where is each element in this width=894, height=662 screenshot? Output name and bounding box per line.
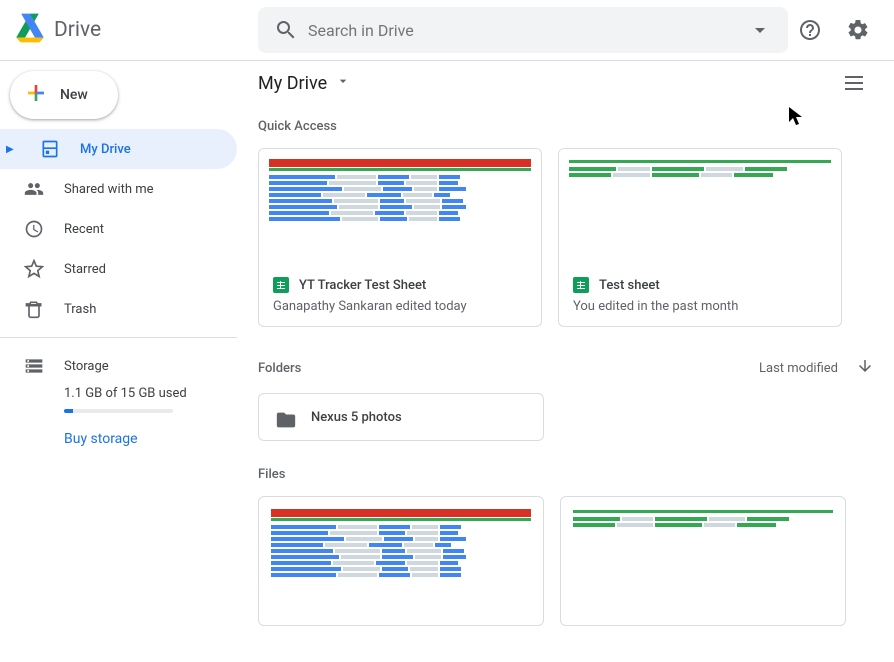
expand-icon[interactable]: ▶ <box>6 144 16 155</box>
star-icon <box>24 259 44 279</box>
sidebar: New ▶ My Drive Shared with me Recent <box>0 61 238 662</box>
my-drive-icon <box>40 139 60 159</box>
section-files: Files <box>258 467 874 482</box>
file-card[interactable] <box>560 496 846 626</box>
buy-storage-link[interactable]: Buy storage <box>0 431 237 447</box>
dropdown-caret-icon <box>335 73 351 94</box>
main-pane: My Drive Quick Access <box>238 61 894 662</box>
app-shell: New ▶ My Drive Shared with me Recent <box>0 61 894 662</box>
brand[interactable]: Drive <box>14 12 258 48</box>
breadcrumb-label: My Drive <box>258 73 327 94</box>
file-subtitle: You edited in the past month <box>573 299 827 314</box>
new-button[interactable]: New <box>10 71 118 119</box>
quick-access-card[interactable]: YT Tracker Test Sheet Ganapathy Sankaran… <box>258 148 542 327</box>
divider <box>0 337 237 338</box>
nav-item-my-drive[interactable]: ▶ My Drive <box>0 129 237 169</box>
nav-label: Recent <box>64 222 104 237</box>
section-folders: Folders <box>258 361 301 376</box>
folder-icon <box>275 409 295 425</box>
breadcrumb[interactable]: My Drive <box>258 73 351 94</box>
folder-item[interactable]: Nexus 5 photos <box>258 393 544 441</box>
help-icon[interactable] <box>790 10 830 50</box>
sheets-icon <box>573 277 589 293</box>
search-input[interactable] <box>306 20 740 41</box>
file-card[interactable] <box>258 496 544 626</box>
quick-access-row: YT Tracker Test Sheet Ganapathy Sankaran… <box>258 148 874 327</box>
header-actions <box>790 10 878 50</box>
folders-row: Nexus 5 photos <box>258 393 874 441</box>
search-icon[interactable] <box>266 10 306 50</box>
shared-icon <box>24 179 44 199</box>
storage-usage-text: 1.1 GB of 15 GB used <box>0 386 237 401</box>
recent-icon <box>24 219 44 239</box>
file-thumbnail <box>559 149 841 267</box>
list-view-icon[interactable] <box>834 63 874 103</box>
nav-label: My Drive <box>80 142 131 157</box>
toolbar: My Drive <box>238 61 894 105</box>
sheets-icon <box>273 277 289 293</box>
search-options-dropdown-icon[interactable] <box>740 10 780 50</box>
app-header: Drive <box>0 0 894 61</box>
folders-header: Folders Last modified <box>258 357 874 379</box>
content-area: Quick Access <box>238 105 894 662</box>
app-name: Drive <box>54 18 101 42</box>
new-button-label: New <box>60 87 88 103</box>
nav-list: ▶ My Drive Shared with me Recent <box>0 129 237 329</box>
file-title: YT Tracker Test Sheet <box>299 278 426 293</box>
trash-icon <box>24 299 44 319</box>
plus-icon <box>24 81 48 109</box>
nav-item-storage[interactable]: Storage <box>0 346 237 386</box>
quick-access-card[interactable]: Test sheet You edited in the past month <box>558 148 842 327</box>
nav-label: Trash <box>64 302 96 317</box>
file-title: Test sheet <box>599 278 660 293</box>
settings-gear-icon[interactable] <box>838 10 878 50</box>
file-thumbnail <box>259 149 541 267</box>
nav-item-shared[interactable]: Shared with me <box>0 169 237 209</box>
storage-usage-bar <box>64 409 173 413</box>
files-row <box>258 496 874 626</box>
folder-name: Nexus 5 photos <box>311 410 402 425</box>
nav-item-recent[interactable]: Recent <box>0 209 237 249</box>
sort-label[interactable]: Last modified <box>759 361 838 376</box>
sort-direction-icon[interactable] <box>856 357 874 379</box>
drive-logo-icon <box>14 12 46 48</box>
nav-item-starred[interactable]: Starred <box>0 249 237 289</box>
nav-item-trash[interactable]: Trash <box>0 289 237 329</box>
search-bar <box>258 7 788 53</box>
storage-icon <box>24 356 44 376</box>
nav-label: Storage <box>64 359 109 374</box>
section-quick-access: Quick Access <box>258 119 874 134</box>
nav-label: Shared with me <box>64 182 154 197</box>
file-subtitle: Ganapathy Sankaran edited today <box>273 299 527 314</box>
nav-label: Starred <box>64 262 106 277</box>
